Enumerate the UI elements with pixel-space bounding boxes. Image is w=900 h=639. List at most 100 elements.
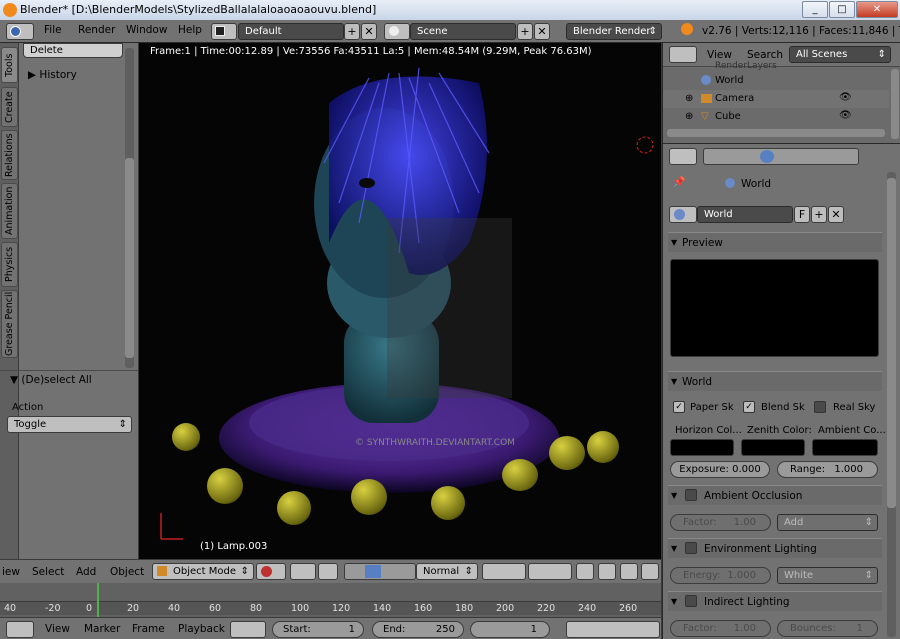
- timeline-ruler[interactable]: 40 -20 0 20 40 60 80 100 120 140 160 180 200 220 240 26…: [0, 601, 661, 615]
- history-panel-header[interactable]: ▶ History: [28, 69, 77, 81]
- range-slider[interactable]: Range: 1.000: [777, 461, 878, 478]
- playback-controls[interactable]: [566, 621, 660, 638]
- paper-sky-checkbox[interactable]: ✓: [673, 401, 685, 413]
- world-browse-button[interactable]: [669, 206, 697, 223]
- ao-checkbox[interactable]: [685, 489, 697, 501]
- world-context-tab-icon[interactable]: [760, 150, 774, 163]
- end-frame-field[interactable]: End: 250: [372, 621, 464, 638]
- tab-grease-pencil[interactable]: Grease Pencil: [1, 290, 18, 358]
- minimize-button[interactable]: _: [802, 1, 828, 18]
- record-button[interactable]: [230, 621, 266, 638]
- tab-tools[interactable]: Tools: [1, 47, 18, 83]
- close-button[interactable]: ✕: [856, 1, 898, 18]
- operator-panel-header[interactable]: ▼ (De)select All: [10, 374, 92, 386]
- menu-select[interactable]: Select: [32, 566, 64, 578]
- zenith-color-swatch[interactable]: [741, 439, 805, 456]
- 3d-viewport[interactable]: [139, 43, 661, 559]
- indirect-bounces-slider[interactable]: Bounces: 1: [777, 620, 878, 637]
- env-lighting-panel-header[interactable]: Environment Lighting: [668, 538, 882, 559]
- ao-panel-header[interactable]: Ambient Occlusion: [668, 485, 882, 506]
- action-select[interactable]: Toggle ⇕: [7, 416, 132, 433]
- outliner-item-renderlayers[interactable]: RenderLayers: [715, 61, 777, 71]
- remove-layout-button[interactable]: ✕: [361, 23, 377, 40]
- tab-animation[interactable]: Animation: [1, 183, 18, 239]
- fake-user-button[interactable]: F: [794, 206, 810, 223]
- lock-camera-button[interactable]: [576, 563, 594, 580]
- indirect-factor-slider[interactable]: Factor: 1.00: [670, 620, 771, 637]
- outliner-filter-select[interactable]: All Scenes ⇕: [789, 46, 891, 63]
- pin-icon[interactable]: 📌: [673, 177, 685, 188]
- opengl-render-button[interactable]: [620, 563, 638, 580]
- visibility-eye-icon[interactable]: 👁: [839, 110, 852, 121]
- menu-object[interactable]: Object: [110, 566, 144, 578]
- menu-outliner-search[interactable]: Search: [747, 49, 783, 61]
- menu-render[interactable]: Render: [78, 24, 115, 36]
- editor-type-info-icon[interactable]: [6, 23, 34, 40]
- tab-relations[interactable]: Relations: [1, 130, 18, 180]
- preview-panel-header[interactable]: Preview: [668, 232, 882, 253]
- screen-layout-icon[interactable]: [211, 23, 237, 40]
- menu-playback[interactable]: Playback: [178, 623, 225, 635]
- horizon-color-swatch[interactable]: [670, 439, 734, 456]
- transform-manipulators[interactable]: [344, 563, 416, 580]
- menu-window[interactable]: Window: [126, 24, 167, 36]
- menu-marker[interactable]: Marker: [84, 623, 120, 635]
- editor-type-outliner-icon[interactable]: [669, 46, 697, 63]
- unlink-world-button[interactable]: ✕: [828, 206, 844, 223]
- snap-button[interactable]: [641, 563, 659, 580]
- menu-help[interactable]: Help: [178, 24, 202, 36]
- real-sky-checkbox[interactable]: [814, 401, 826, 413]
- scene-field[interactable]: Scene: [410, 23, 516, 40]
- menu-file[interactable]: File: [44, 24, 62, 36]
- current-frame-marker[interactable]: [97, 583, 99, 617]
- current-frame-field[interactable]: 1: [470, 621, 550, 638]
- maximize-button[interactable]: □: [829, 1, 855, 18]
- outliner-item-cube[interactable]: ⊕ ▽ Cube 👁: [663, 108, 889, 126]
- scene-icon[interactable]: [384, 23, 410, 40]
- ao-blend-select[interactable]: Add ⇕: [777, 514, 878, 531]
- start-frame-field[interactable]: Start: 1: [272, 621, 364, 638]
- tab-physics[interactable]: Physics: [1, 242, 18, 287]
- tab-create[interactable]: Create: [1, 87, 18, 127]
- env-lighting-checkbox[interactable]: [685, 542, 697, 554]
- delete-button[interactable]: Delete: [23, 43, 123, 58]
- outliner-hscrollbar[interactable]: [667, 129, 885, 137]
- outliner-item-world[interactable]: World: [663, 72, 889, 90]
- new-world-button[interactable]: +: [811, 206, 827, 223]
- context-tabs[interactable]: [703, 148, 859, 165]
- visibility-eye-icon[interactable]: 👁: [839, 92, 852, 103]
- add-scene-button[interactable]: +: [517, 23, 533, 40]
- editor-type-properties-icon[interactable]: [669, 148, 697, 165]
- add-layout-button[interactable]: +: [344, 23, 360, 40]
- indirect-lighting-panel-header[interactable]: Indirect Lighting: [668, 591, 882, 612]
- tool-shelf-scrollbar[interactable]: [125, 48, 134, 368]
- outliner-vscrollbar[interactable]: [891, 69, 899, 139]
- menu-outliner-view[interactable]: View: [707, 49, 732, 61]
- menu-view[interactable]: iew: [2, 566, 20, 578]
- world-name-field[interactable]: World: [697, 206, 793, 223]
- ambient-color-swatch[interactable]: [812, 439, 878, 456]
- transform-orientation-select[interactable]: Normal ⇕: [416, 563, 478, 580]
- layer-buttons-1[interactable]: [482, 563, 526, 580]
- properties-scrollbar[interactable]: [887, 172, 896, 637]
- layer-buttons-2[interactable]: [528, 563, 572, 580]
- indirect-lighting-checkbox[interactable]: [685, 595, 697, 607]
- menu-frame[interactable]: Frame: [132, 623, 165, 635]
- env-energy-slider[interactable]: Energy: 1.000: [670, 567, 771, 584]
- render-button[interactable]: [598, 563, 616, 580]
- ao-factor-slider[interactable]: Factor: 1.00: [670, 514, 771, 531]
- editor-type-timeline-icon[interactable]: [6, 621, 34, 638]
- outliner-item-camera[interactable]: ⊕ Camera 👁: [663, 90, 889, 108]
- render-engine-select[interactable]: Blender Render ⇕: [566, 23, 662, 40]
- menu-add[interactable]: Add: [76, 566, 96, 578]
- blend-sky-checkbox[interactable]: ✓: [743, 401, 755, 413]
- menu-timeline-view[interactable]: View: [45, 623, 70, 635]
- exposure-slider[interactable]: Exposure: 0.000: [670, 461, 770, 478]
- screen-layout-field[interactable]: Default: [238, 23, 344, 40]
- pivot-point-button[interactable]: [290, 563, 316, 580]
- world-panel-header[interactable]: World: [668, 371, 882, 392]
- mode-select[interactable]: Object Mode ⇕: [152, 563, 254, 580]
- viewport-shading-button[interactable]: [256, 563, 286, 580]
- remove-scene-button[interactable]: ✕: [534, 23, 550, 40]
- manipulator-toggle[interactable]: [318, 563, 338, 580]
